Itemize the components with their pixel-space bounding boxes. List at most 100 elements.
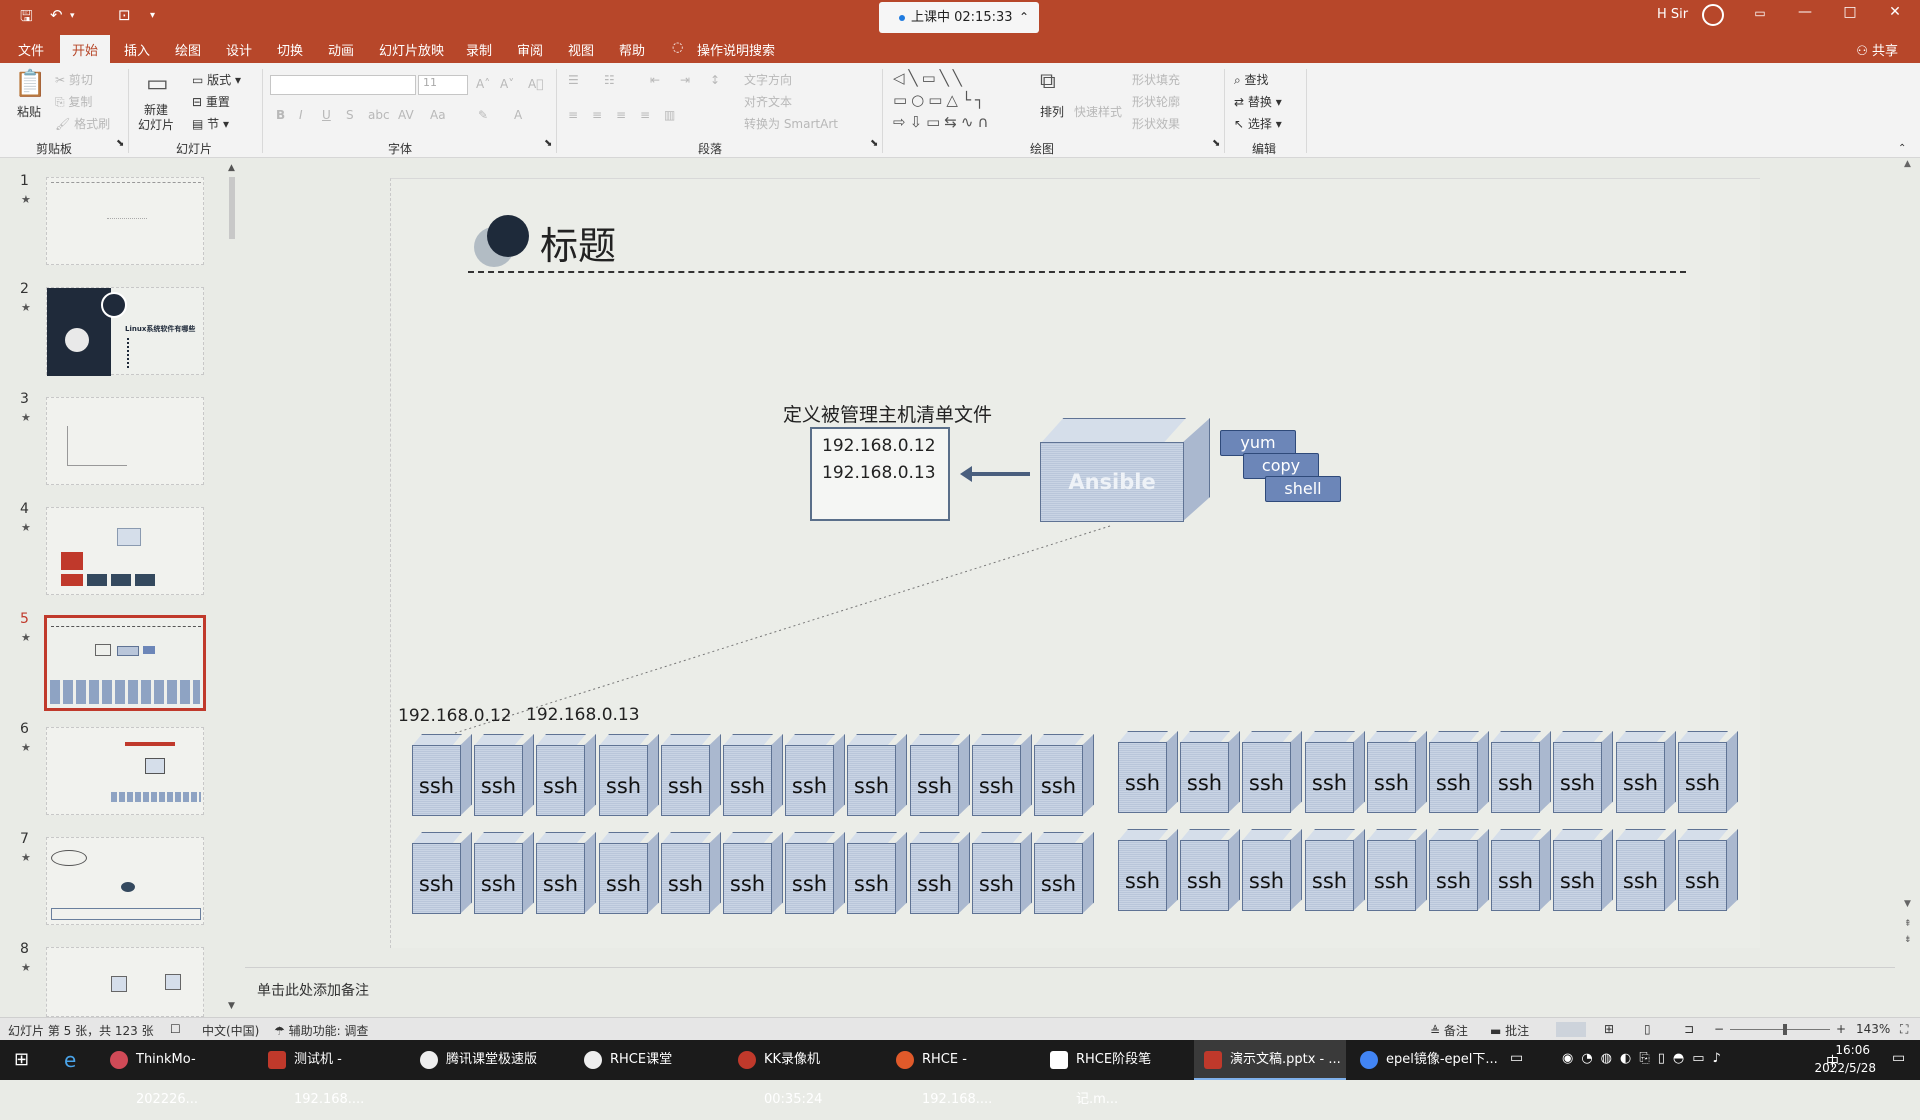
slide-thumb-8[interactable]: [46, 947, 204, 1017]
layout-button[interactable]: ▭ 版式 ▾: [192, 71, 241, 88]
tray-icons[interactable]: ◉◔◍◐⎘▯◓▭♪: [1562, 1051, 1729, 1066]
font-launcher-icon[interactable]: ⬊: [544, 138, 552, 149]
taskbar-item[interactable]: ThinkMo-202226...: [100, 1040, 256, 1107]
find-button[interactable]: ⌕ 查找: [1234, 71, 1269, 88]
avatar[interactable]: [1702, 4, 1724, 26]
tab-view[interactable]: 视图: [568, 40, 594, 59]
slide-title[interactable]: 标题: [540, 215, 616, 270]
select-button[interactable]: ↖ 选择 ▾: [1234, 115, 1282, 132]
ssh-host[interactable]: ssh: [1180, 731, 1240, 817]
maximize-button[interactable]: □: [1830, 4, 1870, 20]
ssh-host[interactable]: ssh: [1553, 829, 1613, 915]
slide-thumb-3[interactable]: [46, 397, 204, 485]
slide-thumb-1[interactable]: [46, 177, 204, 265]
clock-time[interactable]: 16:06: [1835, 1043, 1870, 1057]
tab-help[interactable]: 帮助: [619, 40, 645, 59]
ssh-host[interactable]: ssh: [972, 832, 1032, 918]
ssh-host[interactable]: ssh: [785, 734, 845, 820]
notes-placeholder[interactable]: 单击此处添加备注: [257, 980, 369, 1000]
taskbar-item[interactable]: 测试机 - 192.168....: [258, 1040, 406, 1107]
taskbar-item[interactable]: 腾讯课堂极速版: [410, 1040, 570, 1080]
tab-record[interactable]: 录制: [466, 40, 492, 59]
ssh-host[interactable]: ssh: [1305, 731, 1365, 817]
tab-draw[interactable]: 绘图: [175, 40, 201, 59]
ssh-host[interactable]: ssh: [661, 734, 721, 820]
notes-pane[interactable]: 单击此处添加备注: [245, 967, 1895, 1019]
recording-indicator[interactable]: 上课中 02:15:33 ⌃: [879, 2, 1039, 33]
ssh-host[interactable]: ssh: [847, 734, 907, 820]
tab-transitions[interactable]: 切换: [277, 40, 303, 59]
tab-home[interactable]: 开始: [60, 35, 111, 63]
ssh-host[interactable]: ssh: [847, 832, 907, 918]
comments-toggle[interactable]: ▬ 批注: [1490, 1022, 1529, 1039]
ssh-host[interactable]: ssh: [1429, 829, 1489, 915]
zoom-level[interactable]: 143%: [1856, 1022, 1890, 1036]
arrange-button[interactable]: 排列: [1040, 103, 1064, 120]
ssh-host[interactable]: ssh: [412, 832, 472, 918]
paste-button[interactable]: 粘贴: [17, 103, 41, 120]
present-from-start-icon[interactable]: ⊡: [118, 6, 131, 24]
slide-thumb-4[interactable]: [46, 507, 204, 595]
windows-start-icon[interactable]: ⊞: [14, 1049, 29, 1070]
minimize-button[interactable]: —: [1785, 4, 1825, 20]
tab-slideshow[interactable]: 幻灯片放映: [379, 40, 444, 59]
ssh-host[interactable]: ssh: [1118, 731, 1178, 817]
reading-view-icon[interactable]: ▯: [1644, 1022, 1651, 1036]
section-button[interactable]: ▤ 节 ▾: [192, 115, 229, 132]
ssh-host[interactable]: ssh: [1678, 731, 1738, 817]
font-size-input[interactable]: 11: [418, 75, 468, 95]
tell-me-search[interactable]: 操作说明搜索: [697, 40, 775, 59]
inventory-box[interactable]: 192.168.0.12 192.168.0.13: [810, 427, 950, 521]
ssh-host[interactable]: ssh: [599, 832, 659, 918]
taskbar-item[interactable]: RHCE - 192.168....: [886, 1040, 1036, 1107]
clipboard-launcher-icon[interactable]: ⬊: [116, 138, 124, 149]
ssh-host[interactable]: ssh: [1367, 829, 1427, 915]
language-indicator[interactable]: 中文(中国): [202, 1022, 259, 1039]
slide-thumb-5[interactable]: [44, 615, 206, 711]
ssh-host[interactable]: ssh: [1491, 829, 1551, 915]
notes-toggle[interactable]: ≜ 备注: [1430, 1022, 1468, 1039]
undo-icon[interactable]: ↶: [50, 6, 63, 24]
replace-button[interactable]: ⇄ 替换 ▾: [1234, 93, 1282, 110]
slide-scrollbar[interactable]: ▲ ▼ ⇞ ⇟: [1902, 159, 1916, 965]
ssh-host[interactable]: ssh: [661, 832, 721, 918]
thumbnail-scrollbar[interactable]: ▲ ▼: [226, 163, 238, 1013]
chat-icon[interactable]: ▭: [1510, 1050, 1523, 1066]
spellcheck-icon[interactable]: ☐: [170, 1022, 181, 1036]
undo-dropdown-icon[interactable]: ▾: [70, 11, 75, 21]
ssh-host[interactable]: ssh: [785, 832, 845, 918]
slide-thumb-2[interactable]: Linux系统软件有哪些: [46, 287, 204, 376]
paste-icon[interactable]: 📋: [14, 69, 46, 99]
shapes-gallery-row3[interactable]: ⇨⇩▭⇆∿∩: [893, 113, 992, 131]
tab-design[interactable]: 设计: [226, 40, 252, 59]
tab-insert[interactable]: 插入: [124, 40, 150, 59]
host-ip-label[interactable]: 192.168.0.13: [526, 705, 640, 725]
ssh-host[interactable]: ssh: [1180, 829, 1240, 915]
taskbar-item[interactable]: RHCE阶段笔记.m...: [1040, 1040, 1190, 1107]
clock-date[interactable]: 2022/5/28: [1814, 1061, 1876, 1075]
ssh-host[interactable]: ssh: [599, 734, 659, 820]
slide-thumb-7[interactable]: [46, 837, 204, 925]
ssh-host[interactable]: ssh: [723, 832, 783, 918]
ssh-host[interactable]: ssh: [972, 734, 1032, 820]
ssh-host[interactable]: ssh: [474, 734, 534, 820]
ssh-host[interactable]: ssh: [1034, 832, 1094, 918]
close-button[interactable]: ✕: [1875, 4, 1915, 20]
inventory-title[interactable]: 定义被管理主机清单文件: [783, 400, 992, 427]
ssh-host[interactable]: ssh: [723, 734, 783, 820]
paragraph-launcher-icon[interactable]: ⬊: [870, 138, 878, 149]
tab-file[interactable]: 文件: [18, 40, 44, 59]
ssh-host[interactable]: ssh: [1616, 829, 1676, 915]
reset-button[interactable]: ⊟ 重置: [192, 93, 230, 110]
zoom-slider[interactable]: [1730, 1029, 1830, 1030]
tab-animations[interactable]: 动画: [328, 40, 354, 59]
module-tag-shell[interactable]: shell: [1265, 476, 1341, 502]
ssh-host[interactable]: ssh: [536, 734, 596, 820]
ssh-host[interactable]: ssh: [1034, 734, 1094, 820]
user-name[interactable]: H Sir: [1657, 7, 1688, 22]
share-button[interactable]: ⚇ 共享: [1856, 40, 1898, 59]
chevron-up-icon[interactable]: ⌃: [1019, 2, 1029, 33]
ssh-host[interactable]: ssh: [910, 734, 970, 820]
ssh-host[interactable]: ssh: [1553, 731, 1613, 817]
ssh-host[interactable]: ssh: [536, 832, 596, 918]
